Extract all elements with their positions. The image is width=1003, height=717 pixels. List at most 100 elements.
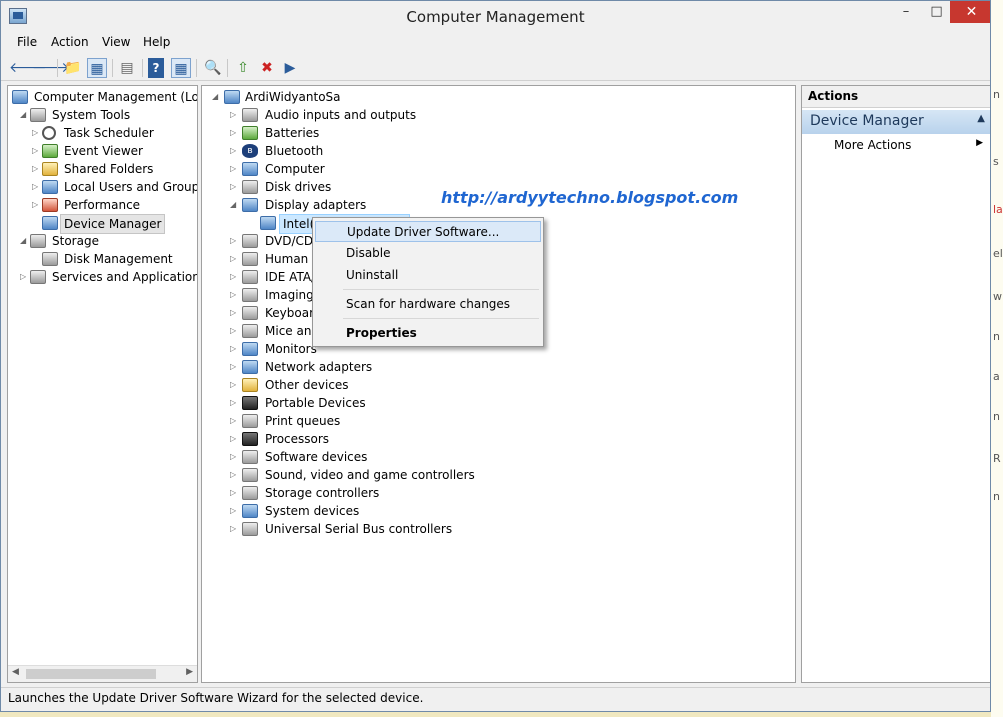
forward-arrow-icon[interactable]: 🡒 [32,58,70,78]
menu-separator [343,289,539,290]
expanded-arrow-icon[interactable]: ◢ [20,106,30,124]
expanded-arrow-icon[interactable]: ◢ [212,88,222,106]
uninstall-device-icon[interactable]: ✖ [257,58,277,78]
collapsed-arrow-icon[interactable]: ▷ [32,142,42,160]
collapsed-arrow-icon[interactable]: ▷ [230,178,240,196]
software-device-icon [242,450,258,464]
computer-management-icon [12,90,28,104]
expanded-arrow-icon[interactable]: ◢ [230,196,240,214]
show-action-pane-icon[interactable]: ▦ [171,58,191,78]
disk-drive-icon [242,180,258,194]
update-driver-icon[interactable]: ⇧ [233,58,253,78]
collapsed-arrow-icon[interactable]: ▷ [20,268,30,286]
enable-device-icon[interactable]: ▶ [280,58,300,78]
menu-disable[interactable]: Disable [315,243,541,264]
device-label: Display adapters [265,198,367,212]
device-label: Batteries [265,126,320,140]
event-viewer-icon [42,144,58,158]
collapsed-arrow-icon[interactable]: ▷ [230,484,240,502]
title-bar: Computer Management – □ ✕ [1,1,990,32]
computer-icon [224,90,240,104]
collapsed-arrow-icon[interactable]: ▷ [32,178,42,196]
show-hide-console-tree-icon[interactable]: ▦ [87,58,107,78]
menu-help[interactable]: Help [143,35,170,49]
collapsed-arrow-icon[interactable]: ▷ [230,268,240,286]
collapsed-arrow-icon[interactable]: ▷ [230,502,240,520]
collapsed-arrow-icon[interactable]: ▷ [230,106,240,124]
device-label: Monitors [265,342,317,356]
help-icon[interactable]: ? [148,58,164,78]
tree-item-label: Local Users and Groups [64,180,198,194]
shared-folders-icon [42,162,58,176]
menu-view[interactable]: View [102,35,130,49]
collapsed-arrow-icon[interactable]: ▷ [230,304,240,322]
collapsed-arrow-icon[interactable]: ▷ [230,142,240,160]
collapsed-arrow-icon[interactable]: ▷ [32,124,42,142]
display-adapter-icon [260,216,276,230]
tree-item-label: Event Viewer [64,144,143,158]
tree-item-label: System Tools [52,108,131,122]
tree-item-label: Shared Folders [64,162,154,176]
camera-icon [242,288,258,302]
computer-management-window: Computer Management – □ ✕ File Action Vi… [0,0,991,712]
collapsed-arrow-icon[interactable]: ▷ [230,322,240,340]
menu-scan-hardware-changes[interactable]: Scan for hardware changes [315,294,541,315]
speaker-icon [242,108,258,122]
minimize-button[interactable]: – [889,1,923,23]
close-button[interactable]: ✕ [950,1,990,23]
collapsed-arrow-icon[interactable]: ▷ [230,412,240,430]
menu-action[interactable]: Action [51,35,89,49]
monitor-icon [242,342,258,356]
collapsed-arrow-icon[interactable]: ▷ [230,340,240,358]
collapsed-arrow-icon[interactable]: ▷ [230,250,240,268]
properties-icon[interactable]: ▤ [117,58,137,78]
back-arrow-icon[interactable]: 🡐 [9,58,47,78]
keyboard-icon [242,306,258,320]
maximize-button[interactable]: □ [923,1,950,23]
collapsed-arrow-icon[interactable]: ▷ [230,376,240,394]
computer-icon [242,162,258,176]
collapsed-arrow-icon[interactable]: ▷ [230,160,240,178]
performance-icon [42,198,58,212]
collapsed-arrow-icon[interactable]: ▷ [230,448,240,466]
scroll-thumb[interactable] [26,669,156,679]
tree-item-label: Task Scheduler [64,126,154,140]
toolbar: 🡐 🡒 📁 ▦ ▤ ? ▦ 🔍 ⇧ ✖ ▶ [1,54,990,81]
collapsed-arrow-icon[interactable]: ▷ [230,232,240,250]
dvd-icon [242,234,258,248]
collapsed-arrow-icon[interactable]: ▷ [230,286,240,304]
collapsed-arrow-icon[interactable]: ▷ [230,430,240,448]
actions-section-device-manager[interactable]: Device Manager ▲ [802,110,990,134]
collapsed-arrow-icon[interactable]: ▷ [32,196,42,214]
collapsed-arrow-icon[interactable]: ▷ [230,520,240,538]
tree-item-label: Performance [64,198,141,212]
more-actions-link[interactable]: More Actions [834,138,911,152]
collapsed-arrow-icon[interactable]: ▷ [230,394,240,412]
storage-controller-icon [242,486,258,500]
scan-hardware-icon[interactable]: 🔍 [203,58,223,78]
up-folder-icon[interactable]: 📁 [63,58,83,78]
left-horizontal-scrollbar[interactable]: ◀ ▶ [8,665,197,682]
actions-pane: Actions Device Manager ▲ More Actions ▶ [801,85,990,683]
scroll-right-icon[interactable]: ▶ [186,667,193,677]
console-tree: Computer Management (Local ◢ System Tools ▷… [7,85,198,683]
menu-update-driver-software[interactable]: Update Driver Software... [315,221,541,242]
system-device-icon [242,504,258,518]
actions-section-label: Device Manager [810,113,924,129]
menu-properties[interactable]: Properties [315,323,541,344]
menu-file[interactable]: File [17,35,37,49]
collapse-caret-icon[interactable]: ▲ [977,113,985,124]
device-manager-icon [42,216,58,230]
expanded-arrow-icon[interactable]: ◢ [20,232,30,250]
collapsed-arrow-icon[interactable]: ▷ [230,358,240,376]
menu-uninstall[interactable]: Uninstall [315,265,541,286]
collapsed-arrow-icon[interactable]: ▷ [32,160,42,178]
services-icon [30,270,46,284]
scroll-left-icon[interactable]: ◀ [12,667,19,677]
device-label: Storage controllers [265,486,380,500]
collapsed-arrow-icon[interactable]: ▷ [230,466,240,484]
usb-icon [242,522,258,536]
device-label: Sound, video and game controllers [265,468,475,482]
sound-icon [242,468,258,482]
collapsed-arrow-icon[interactable]: ▷ [230,124,240,142]
